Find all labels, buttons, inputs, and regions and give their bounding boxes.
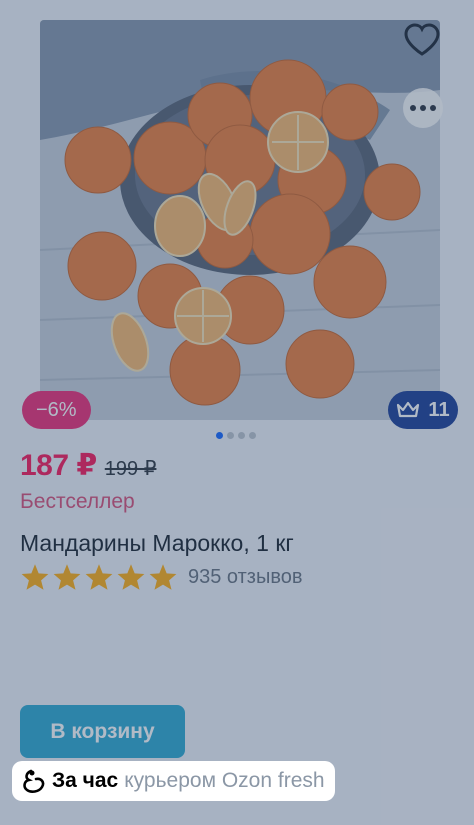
premium-badge-count: 11: [428, 398, 450, 421]
pager-dot[interactable]: [227, 432, 234, 439]
pager-dot[interactable]: [238, 432, 245, 439]
add-to-cart-button[interactable]: В корзину: [20, 705, 185, 758]
old-price: 199 ₽: [104, 458, 157, 480]
more-options-button[interactable]: [403, 88, 443, 128]
premium-badge[interactable]: 11: [388, 391, 458, 429]
product-title[interactable]: Мандарины Марокко, 1 кг: [20, 530, 294, 557]
rating[interactable]: 935 отзывов: [20, 563, 302, 591]
price-row: 187 ₽ 199 ₽: [20, 448, 156, 483]
review-count[interactable]: 935 отзывов: [188, 566, 302, 589]
more-dots-icon: [420, 105, 426, 111]
discount-badge: −6%: [22, 391, 91, 429]
bestseller-label: Бестселлер: [20, 490, 135, 513]
star-icon: [21, 564, 49, 590]
star-icon: [149, 564, 177, 590]
star-icon: [85, 564, 113, 590]
image-pager[interactable]: [216, 432, 256, 439]
crown-icon: [397, 401, 420, 418]
delivery-method: курьером Ozon fresh: [124, 769, 325, 792]
current-price: 187 ₽: [20, 449, 97, 482]
heart-icon: [404, 23, 440, 56]
pager-dot[interactable]: [249, 432, 256, 439]
delivery-time: За час: [52, 769, 119, 792]
star-icon: [53, 564, 81, 590]
ozon-fresh-icon: [23, 769, 45, 793]
more-dots-icon: [410, 105, 416, 111]
more-dots-icon: [430, 105, 436, 111]
product-image[interactable]: [40, 20, 440, 420]
favorite-button[interactable]: [400, 18, 444, 62]
pager-dot-active[interactable]: [216, 432, 223, 439]
delivery-info[interactable]: За час курьером Ozon fresh: [12, 761, 335, 801]
product-card[interactable]: −6% 11 187 ₽ 199 ₽ Бестселлер Мандарины …: [0, 0, 474, 825]
star-icon: [117, 564, 145, 590]
